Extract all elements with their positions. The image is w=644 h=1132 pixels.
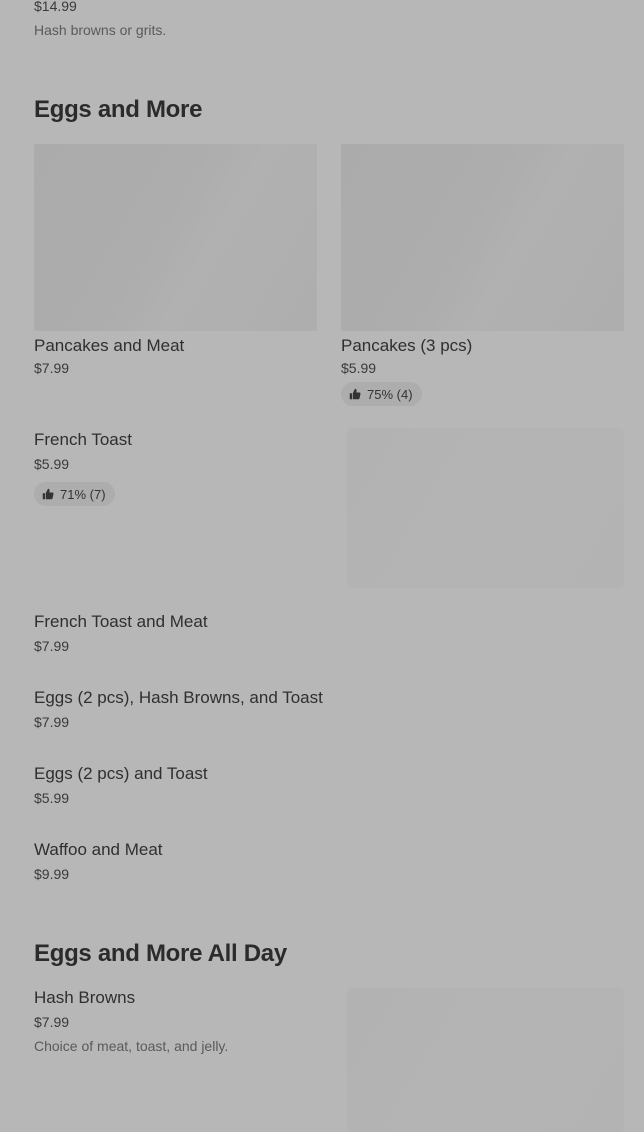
item-image bbox=[341, 144, 624, 331]
featured-item-card[interactable]: Pancakes and Meat $7.99 bbox=[34, 144, 317, 384]
item-description: Choice of meat, toast, and jelly. bbox=[34, 1038, 229, 1054]
item-name: French Toast bbox=[34, 430, 132, 449]
item-price: $7.99 bbox=[34, 714, 70, 730]
item-name: Pancakes and Meat bbox=[34, 336, 185, 355]
menu-item-row[interactable]: Eggs (2 pcs) and Toast $5.99 bbox=[34, 762, 624, 812]
item-name: Hash Browns bbox=[34, 988, 136, 1007]
item-name: Waffoo and Meat bbox=[34, 840, 163, 859]
rating-text: 71% (7) bbox=[60, 486, 106, 502]
item-image bbox=[347, 428, 624, 588]
section-title: Eggs and More All Day bbox=[34, 940, 287, 967]
section-title: Eggs and More bbox=[34, 96, 203, 123]
item-name: Eggs (2 pcs) and Toast bbox=[34, 764, 208, 783]
menu-item-row[interactable]: Waffoo and Meat $9.99 bbox=[34, 838, 624, 888]
item-name: Eggs (2 pcs), Hash Browns, and Toast bbox=[34, 688, 323, 707]
menu-item-row[interactable]: Eggs (2 pcs), Hash Browns, and Toast $7.… bbox=[34, 686, 624, 736]
menu-page: $14.99 Hash browns or grits. Eggs and Mo… bbox=[0, 0, 644, 1132]
thumbs-up-icon bbox=[42, 488, 54, 500]
item-image bbox=[34, 144, 317, 331]
item-name: Pancakes (3 pcs) bbox=[341, 336, 473, 355]
rating-badge: 71% (7) bbox=[34, 482, 115, 506]
item-price: $7.99 bbox=[34, 1014, 70, 1030]
featured-item-card[interactable]: Pancakes (3 pcs) $5.99 75% (4) bbox=[341, 144, 624, 408]
item-price: $5.99 bbox=[341, 360, 377, 376]
item-price: $7.99 bbox=[34, 360, 70, 376]
item-price: $14.99 bbox=[34, 0, 77, 14]
menu-item-row[interactable]: Hash Browns $7.99 Choice of meat, toast,… bbox=[34, 986, 624, 1132]
rating-text: 75% (4) bbox=[367, 386, 413, 402]
item-description: Hash browns or grits. bbox=[34, 22, 167, 38]
menu-item-row[interactable]: French Toast and Meat $7.99 bbox=[34, 610, 624, 660]
thumbs-up-icon bbox=[349, 388, 361, 400]
rating-badge: 75% (4) bbox=[341, 382, 422, 406]
item-price: $5.99 bbox=[34, 456, 70, 472]
item-name: French Toast and Meat bbox=[34, 612, 208, 631]
menu-item-row[interactable]: French Toast $5.99 71% (7) bbox=[34, 428, 624, 590]
item-price: $5.99 bbox=[34, 790, 70, 806]
item-image bbox=[347, 988, 624, 1132]
item-price: $7.99 bbox=[34, 638, 70, 654]
item-price: $9.99 bbox=[34, 866, 70, 882]
